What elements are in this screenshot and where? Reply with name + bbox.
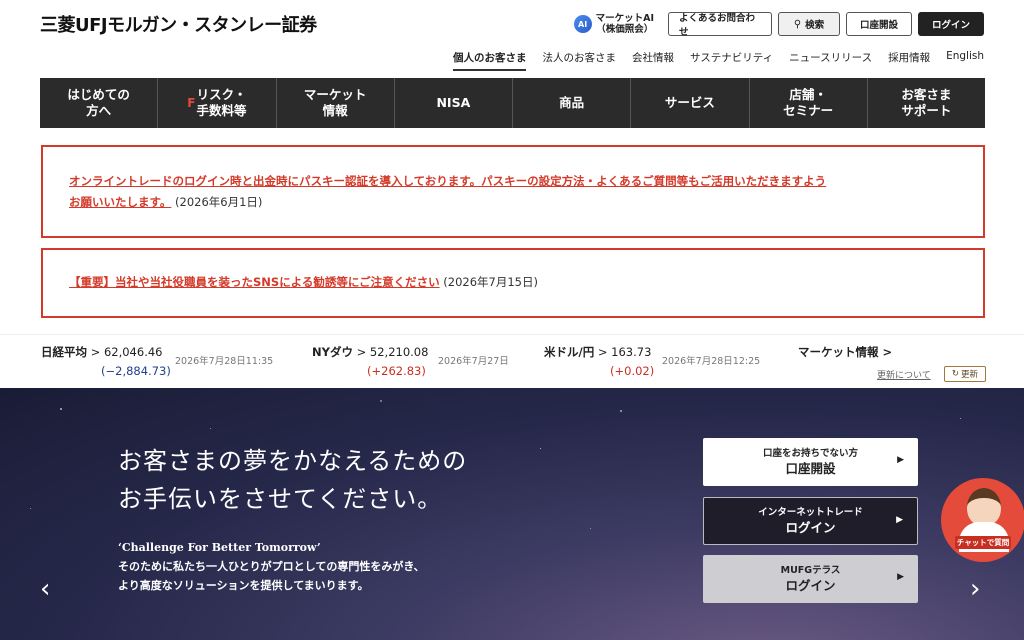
ticker-usdjpy-value: 163.73 bbox=[611, 345, 652, 359]
refresh-button-label: 更新 bbox=[961, 370, 979, 380]
chat-support-button[interactable]: チャットで質問 bbox=[941, 478, 1024, 562]
cta-mufg-terrace-label: ログイン bbox=[785, 578, 836, 593]
star bbox=[960, 418, 961, 419]
arrow-right-icon: ▶ bbox=[897, 572, 904, 582]
subnav-english[interactable]: English bbox=[946, 50, 984, 71]
market-ai-line2: （株価照会） bbox=[596, 24, 654, 35]
notice-passkey-link-line2: お願いいたします。 bbox=[69, 195, 172, 209]
ticker-nikkei-time: 2026年7月28日11:35 bbox=[175, 356, 274, 367]
nav-support[interactable]: お客さま サポート bbox=[868, 78, 985, 128]
ticker-nikkei-value: 62,046.46 bbox=[103, 345, 163, 359]
carousel-next-icon[interactable]: › bbox=[970, 574, 980, 604]
faq-button[interactable]: よくあるお問合わせ bbox=[668, 12, 772, 38]
nav-products[interactable]: 商品 bbox=[513, 78, 632, 128]
nav-risk-fees-label: リスク・ 手数料等 bbox=[196, 87, 247, 118]
arrow-right-icon: ▶ bbox=[897, 455, 904, 465]
hero-title: お客さまの夢をかなえるための お手伝いをさせてください。 bbox=[118, 447, 468, 513]
star bbox=[620, 410, 622, 412]
ticker-nikkei[interactable]: 日経平均 > 62,046.46 (−2,884.73) 2026年7月28日1… bbox=[41, 344, 273, 378]
ticker-nydow[interactable]: NYダウ > 52,210.08 (+262.83) 2026年7月27日 bbox=[312, 344, 509, 378]
star bbox=[60, 408, 62, 410]
notice-sns-link[interactable]: 【重要】当社や当社役職員を装ったSNSによる勧誘等にご注意ください bbox=[69, 275, 440, 289]
refresh-icon: ↻ bbox=[951, 369, 960, 379]
notice-passkey-date: (2026年6月1日) bbox=[175, 195, 263, 209]
notice-passkey: オンライントレードのログイン時と出金時にパスキー認証を導入しております。パスキー… bbox=[41, 145, 985, 238]
notice-sns-warning: 【重要】当社や当社役職員を装ったSNSによる勧誘等にご注意ください (2026年… bbox=[41, 248, 985, 318]
cta-mufg-terrace-sub: MUFGテラス bbox=[780, 565, 841, 576]
notice-passkey-link-line1: オンライントレードのログイン時と出金時にパスキー認証を導入しております。パスキー… bbox=[69, 174, 827, 188]
ticker-nydow-change: (+262.83) bbox=[367, 364, 426, 378]
ticker-nydow-time: 2026年7月27日 bbox=[438, 356, 509, 367]
cta-online-trade-label: ログイン bbox=[785, 520, 836, 535]
audience-nav: 個人のお客さま 法人のお客さま 会社情報 サステナビリティ ニュースリリース 採… bbox=[452, 50, 984, 71]
star bbox=[380, 400, 382, 402]
subnav-corporate[interactable]: 法人のお客さま bbox=[542, 50, 616, 71]
site-header: 三菱UFJモルガン・スタンレー証券 AI マーケットAI （株価照会） よくある… bbox=[0, 0, 1024, 78]
chevron-right-icon: > bbox=[882, 345, 893, 359]
arrow-right-icon: ▶ bbox=[896, 515, 903, 525]
login-button[interactable]: ログイン bbox=[918, 12, 984, 36]
subnav-recruit[interactable]: 採用情報 bbox=[888, 50, 930, 71]
ticker-usdjpy[interactable]: 米ドル/円 > 163.73 (+0.02) 2026年7月28日12:25 bbox=[544, 344, 760, 378]
notice-sns-date: (2026年7月15日) bbox=[443, 275, 538, 289]
cta-online-trade-sub: インターネットトレード bbox=[758, 507, 863, 518]
search-icon: ⚲ bbox=[793, 18, 802, 30]
cta-open-account[interactable]: 口座をお持ちでない方 口座開設 ▶ bbox=[703, 438, 918, 486]
nav-beginners[interactable]: はじめての 方へ bbox=[40, 78, 159, 128]
subnav-sustainability[interactable]: サステナビリティ bbox=[690, 50, 773, 71]
company-logo[interactable]: 三菱UFJモルガン・スタンレー証券 bbox=[40, 11, 317, 37]
search-button-label: 検索 bbox=[805, 20, 825, 31]
chat-label: チャットで質問 bbox=[955, 536, 1011, 549]
nav-risk-fees[interactable]: F リスク・ 手数料等 bbox=[158, 78, 277, 128]
market-ai-line1: マーケットAI bbox=[595, 13, 654, 24]
main-nav: はじめての 方へ F リスク・ 手数料等 マーケット 情報 NISA 商品 サービ… bbox=[40, 78, 985, 128]
star bbox=[30, 508, 31, 509]
page: 三菱UFJモルガン・スタンレー証券 AI マーケットAI （株価照会） よくある… bbox=[0, 0, 1024, 640]
star bbox=[210, 428, 211, 429]
utility-bar: AI マーケットAI （株価照会） よくあるお問合わせ ⚲ 検索 口座開設 ログ… bbox=[573, 12, 984, 38]
ticker-usdjpy-name: 米ドル/円 bbox=[544, 345, 595, 359]
fee-icon: F bbox=[187, 96, 196, 110]
chevron-right-icon: > bbox=[597, 345, 612, 359]
market-ai-link[interactable]: AI マーケットAI （株価照会） bbox=[573, 13, 654, 35]
nav-services[interactable]: サービス bbox=[631, 78, 750, 128]
operator-avatar-icon bbox=[967, 488, 1001, 526]
refresh-button[interactable]: ↻ 更新 bbox=[944, 366, 986, 382]
market-ticker: 日経平均 > 62,046.46 (−2,884.73) 2026年7月28日1… bbox=[0, 334, 1024, 388]
carousel-prev-icon[interactable]: ‹ bbox=[40, 574, 50, 604]
chevron-right-icon: > bbox=[356, 345, 370, 359]
cta-open-account-label: 口座開設 bbox=[785, 461, 836, 476]
search-button[interactable]: ⚲ 検索 bbox=[778, 12, 840, 36]
ticker-usdjpy-change: (+0.02) bbox=[610, 364, 655, 378]
star bbox=[590, 528, 591, 529]
chevron-right-icon: > bbox=[90, 345, 104, 359]
subnav-company[interactable]: 会社情報 bbox=[632, 50, 674, 71]
star bbox=[540, 448, 541, 449]
market-info-link-label: マーケット情報 bbox=[798, 345, 879, 359]
ai-icon: AI bbox=[573, 15, 592, 33]
subnav-news[interactable]: ニュースリリース bbox=[789, 50, 872, 71]
cta-mufg-terrace-login[interactable]: MUFGテラス ログイン ▶ bbox=[703, 555, 918, 603]
ticker-nikkei-name: 日経平均 bbox=[41, 345, 87, 359]
subnav-individual[interactable]: 個人のお客さま bbox=[452, 50, 527, 71]
ticker-nydow-name: NYダウ bbox=[312, 345, 353, 359]
market-info-link[interactable]: マーケット情報 > bbox=[798, 344, 892, 360]
cta-open-account-sub: 口座をお持ちでない方 bbox=[762, 448, 858, 459]
ticker-usdjpy-time: 2026年7月28日12:25 bbox=[662, 356, 761, 367]
ticker-nydow-value: 52,210.08 bbox=[369, 345, 429, 359]
account-open-button[interactable]: 口座開設 bbox=[846, 12, 912, 36]
nav-market-info[interactable]: マーケット 情報 bbox=[277, 78, 395, 128]
nav-nisa[interactable]: NISA bbox=[395, 78, 513, 128]
nav-branches-seminars[interactable]: 店舗・ セミナー bbox=[750, 78, 868, 128]
cta-online-trade-login[interactable]: インターネットトレード ログイン ▶ bbox=[703, 497, 918, 545]
market-ai-label: マーケットAI （株価照会） bbox=[596, 13, 654, 35]
hero-subtitle: ‘Challenge For Better Tomorrow’ そのために私たち… bbox=[118, 541, 425, 592]
ticker-nikkei-change: (−2,884.73) bbox=[101, 364, 171, 378]
about-update-link[interactable]: 更新について bbox=[877, 368, 931, 381]
